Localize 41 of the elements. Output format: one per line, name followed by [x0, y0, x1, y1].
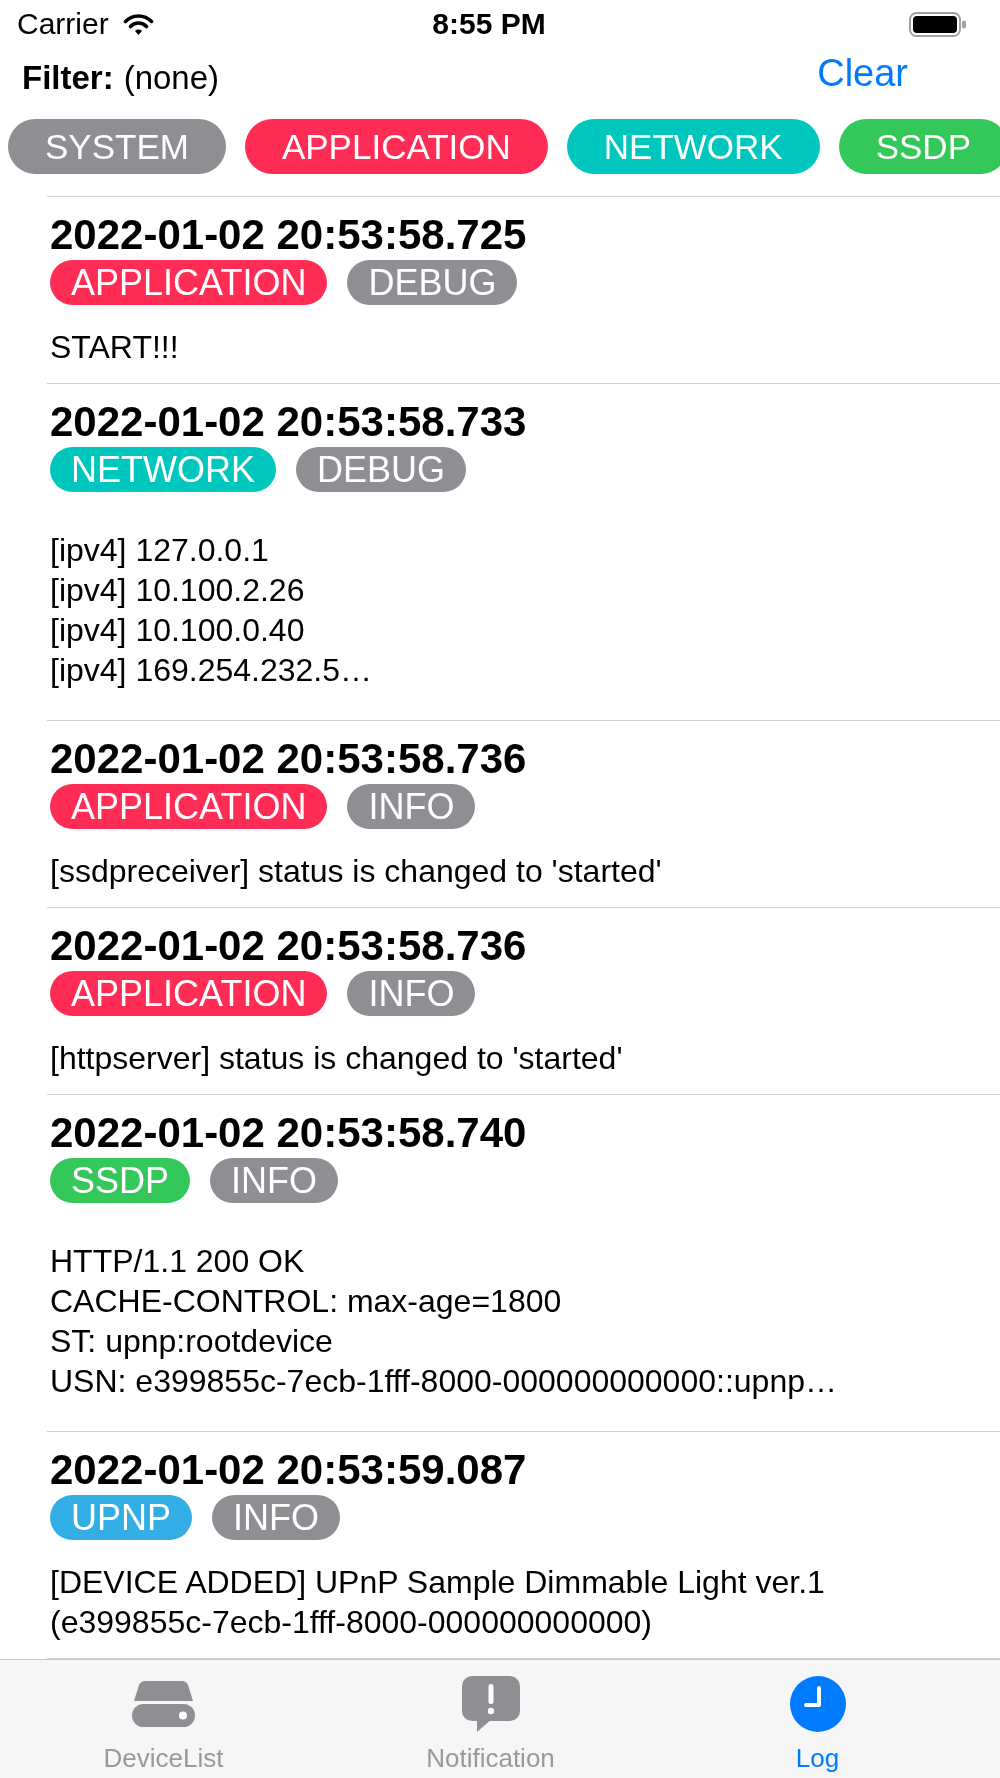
log-tag: INFO: [212, 1495, 341, 1540]
log-message: [httpserver] status is changed to 'started': [50, 1039, 623, 1078]
clear-button[interactable]: Clear: [817, 50, 908, 96]
log-tag: UPNP: [50, 1495, 193, 1540]
log-message: [ssdpreceiver] status is changed to 'started': [50, 852, 662, 891]
log-timestamp: 2022-01-02 20:53:58.733: [50, 400, 527, 444]
battery-icon: [909, 11, 966, 37]
log-tag: APPLICATION: [50, 784, 328, 829]
log-tag: APPLICATION: [50, 971, 328, 1016]
log-tag: NETWORK: [50, 447, 276, 492]
log-tag: DEBUG: [296, 447, 467, 492]
log-tag: INFO: [347, 971, 476, 1016]
filter-value: (none): [123, 58, 220, 98]
wifi-icon: [122, 12, 154, 36]
drive-icon: [132, 1681, 195, 1727]
category-chip[interactable]: SYSTEM: [8, 119, 226, 174]
status-time: 8:55 PM: [432, 6, 546, 42]
tab-bar-item[interactable]: DeviceList: [0, 1660, 327, 1776]
log-timestamp: 2022-01-02 20:53:58.736: [50, 737, 527, 781]
log-timestamp: 2022-01-02 20:53:59.087: [50, 1448, 527, 1492]
log-tag: INFO: [210, 1158, 339, 1203]
log-tag: DEBUG: [347, 260, 518, 305]
log-tag: INFO: [347, 784, 476, 829]
category-chip[interactable]: NETWORK: [566, 119, 820, 174]
log-tag: SSDP: [50, 1158, 191, 1203]
carrier-label: Carrier: [17, 6, 109, 42]
log-tag: APPLICATION: [50, 260, 328, 305]
log-timestamp: 2022-01-02 20:53:58.740: [50, 1111, 527, 1155]
log-message: [DEVICE ADDED] UPnP Sample Dimmable Light ver.1 (e399855c-7ecb-1fff-8000-000000000000): [50, 1563, 826, 1642]
alert-bubble-icon: [461, 1676, 520, 1732]
log-timestamp: 2022-01-02 20:53:58.725: [50, 213, 527, 257]
tab-bar-item[interactable]: Log: [654, 1660, 981, 1776]
category-chip[interactable]: SSDP: [838, 119, 1000, 174]
category-chip[interactable]: APPLICATION: [244, 119, 548, 174]
log-message: HTTP/1.1 200 OK CACHE-CONTROL: max-age=1800 ST: upnp:rootdevice USN: e399855c-7ecb-1fff-8000-000000000000::upnp…: [50, 1242, 837, 1401]
tab-bar-item[interactable]: Notification: [327, 1660, 654, 1776]
log-message: START!!!: [50, 328, 179, 367]
filter-label: Filter:: [22, 58, 114, 98]
clock-icon: [789, 1676, 846, 1732]
log-message: [ipv4] 127.0.0.1 [ipv4] 10.100.2.26 [ipv4] 10.100.0.40 [ipv4] 169.254.232.5…: [50, 531, 372, 690]
log-timestamp: 2022-01-02 20:53:58.736: [50, 924, 527, 968]
